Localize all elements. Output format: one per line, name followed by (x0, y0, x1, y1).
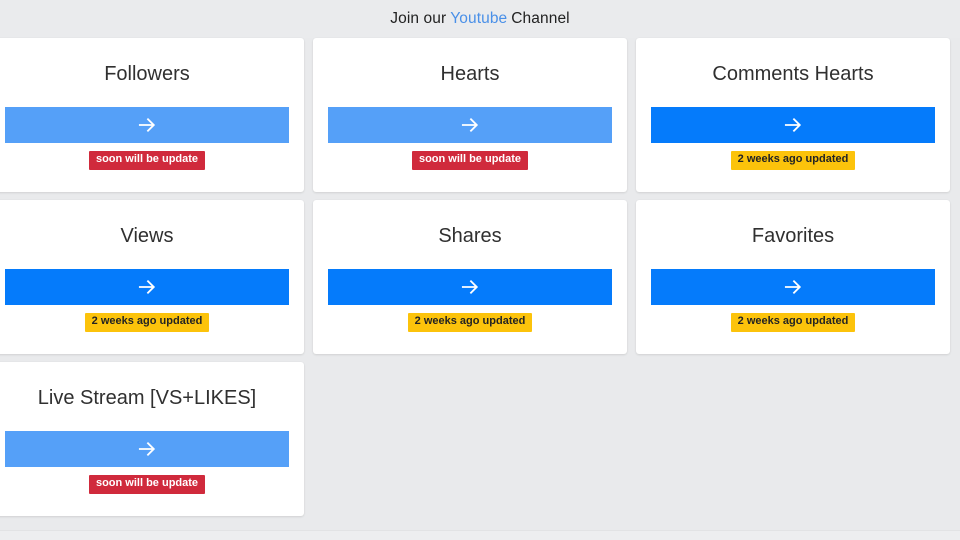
card-action-button[interactable] (328, 269, 612, 305)
card-status-badge: 2 weeks ago updated (407, 313, 533, 332)
arrow-right-icon (136, 114, 158, 136)
card-title: Favorites (751, 225, 835, 247)
bottom-divider (0, 530, 960, 540)
card-status-badge: 2 weeks ago updated (730, 313, 856, 332)
card-status-badge: 2 weeks ago updated (84, 313, 210, 332)
card-title: Shares (438, 225, 502, 247)
page-root: Join our Youtube Channel Followers soon w… (0, 0, 960, 540)
page-header: Join our Youtube Channel (0, 0, 960, 38)
service-card: Comments Hearts 2 weeks ago updated (636, 38, 950, 192)
service-card: Views 2 weeks ago updated (0, 200, 304, 354)
card-action-button[interactable] (5, 107, 289, 143)
service-card: Shares 2 weeks ago updated (313, 200, 627, 354)
arrow-right-icon (459, 276, 481, 298)
card-title: Comments Hearts (712, 63, 874, 85)
card-status-badge: soon will be update (88, 151, 206, 170)
youtube-channel-link[interactable]: Youtube (450, 10, 507, 28)
card-status-badge: soon will be update (411, 151, 529, 170)
service-card: Hearts soon will be update (313, 38, 627, 192)
service-card-grid: Followers soon will be update Hearts soon w… (0, 38, 960, 516)
service-card: Followers soon will be update (0, 38, 304, 192)
arrow-right-icon (459, 114, 481, 136)
card-action-button[interactable] (651, 107, 935, 143)
arrow-right-icon (782, 276, 804, 298)
card-title: Live Stream [VS+LIKES] (37, 387, 257, 409)
arrow-right-icon (782, 114, 804, 136)
arrow-right-icon (136, 438, 158, 460)
service-card: Favorites 2 weeks ago updated (636, 200, 950, 354)
card-action-button[interactable] (5, 269, 289, 305)
card-status-badge: soon will be update (88, 475, 206, 494)
card-title: Views (120, 225, 174, 247)
card-title: Followers (104, 63, 190, 85)
card-action-button[interactable] (5, 431, 289, 467)
card-action-button[interactable] (651, 269, 935, 305)
card-status-badge: 2 weeks ago updated (730, 151, 856, 170)
card-title: Hearts (440, 63, 500, 85)
header-suffix-text: Channel (511, 10, 570, 27)
header-prefix-text: Join our (390, 10, 447, 27)
arrow-right-icon (136, 276, 158, 298)
service-card: Live Stream [VS+LIKES] soon will be updat… (0, 362, 304, 516)
card-action-button[interactable] (328, 107, 612, 143)
